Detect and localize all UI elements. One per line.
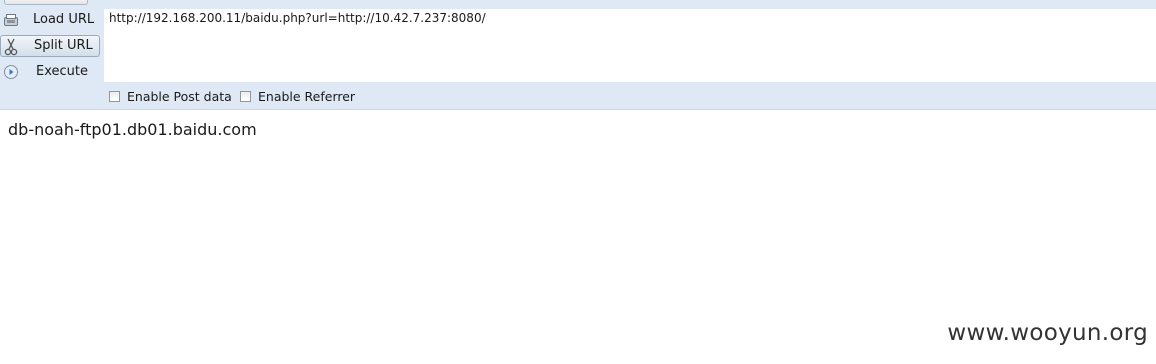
enable-post-checkbox[interactable]	[109, 91, 120, 102]
hackbar-toolbar: Load URL Split URL Execute http://192.16…	[0, 0, 1156, 110]
execute-label: Execute	[36, 64, 88, 79]
toolbar-button-stub[interactable]	[4, 0, 88, 5]
hackbar-action-column: Load URL Split URL Execute	[0, 0, 104, 84]
load-url-label: Load URL	[33, 12, 95, 27]
enable-referrer-checkbox[interactable]	[240, 91, 251, 102]
load-url-icon	[3, 12, 19, 28]
split-url-button[interactable]: Split URL	[0, 35, 100, 57]
url-input[interactable]: http://192.168.200.11/baidu.php?url=http…	[104, 9, 1156, 82]
scissors-icon	[3, 38, 19, 56]
execute-button[interactable]: Execute	[0, 61, 100, 83]
response-body-text: db-noah-ftp01.db01.baidu.com	[8, 120, 257, 139]
split-url-label: Split URL	[34, 38, 93, 53]
enable-referrer-option[interactable]: Enable Referrer	[240, 89, 355, 104]
watermark-text: www.wooyun.org	[947, 320, 1148, 346]
load-url-button[interactable]: Load URL	[0, 9, 100, 31]
enable-post-label: Enable Post data	[127, 89, 232, 104]
play-icon	[3, 64, 19, 80]
enable-referrer-label: Enable Referrer	[258, 89, 356, 104]
enable-post-option[interactable]: Enable Post data	[109, 89, 232, 104]
